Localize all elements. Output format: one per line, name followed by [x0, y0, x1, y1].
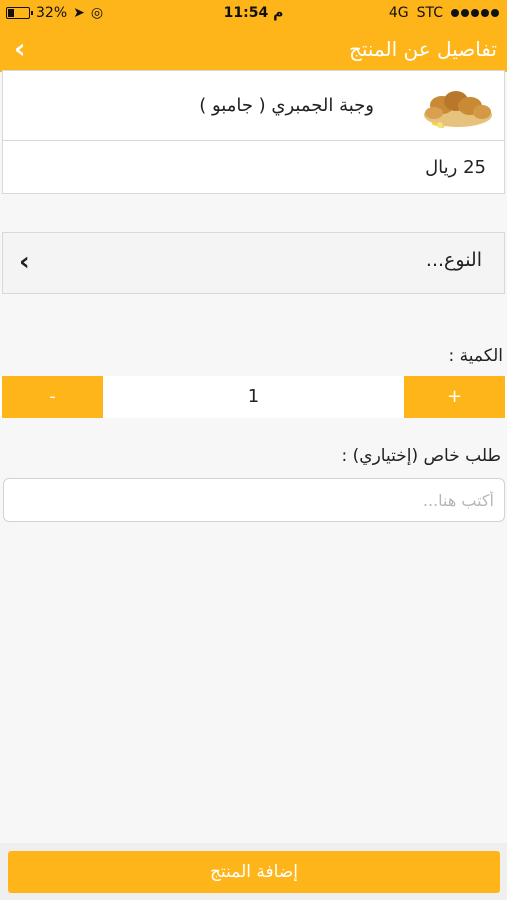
quantity-value: 1 [247, 386, 260, 407]
page-title: تفاصيل عن المنتج [348, 37, 497, 61]
signal-strength-icon [451, 9, 499, 17]
quantity-stepper: - 1 + [0, 376, 507, 418]
product-price: 25 ريال [425, 157, 486, 178]
footer-bar: إضافة المنتج [0, 843, 507, 900]
product-row: وجبة الجمبري ( جامبو ) [3, 71, 504, 141]
network-type: 4G [388, 5, 409, 21]
nav-bar: ‹ تفاصيل عن المنتج [0, 28, 507, 72]
signal-status: 4G STC [389, 5, 499, 21]
carrier-name: STC [416, 5, 443, 21]
product-image [412, 79, 498, 135]
type-select-label: النوع... [425, 249, 482, 271]
chevron-left-icon: ‹ [14, 32, 26, 65]
status-bar: 32% ➤ ◎ 11:54 م 4G STC [0, 0, 507, 28]
increment-button[interactable]: + [404, 376, 505, 418]
decrement-button[interactable]: - [2, 376, 103, 418]
chevron-left-icon: ‹ [19, 247, 30, 277]
add-product-button[interactable]: إضافة المنتج [8, 851, 500, 893]
quantity-label: الكمية : [448, 346, 504, 366]
back-button[interactable]: ‹ [14, 34, 26, 64]
product-card: وجبة الجمبري ( جامبو ) 25 ريال [2, 70, 505, 194]
special-request-input[interactable] [3, 478, 505, 522]
special-request-label: طلب خاص (إختياري) : [341, 446, 501, 466]
product-name: وجبة الجمبري ( جامبو ) [199, 95, 374, 116]
type-select[interactable]: النوع... ‹ [2, 232, 505, 294]
